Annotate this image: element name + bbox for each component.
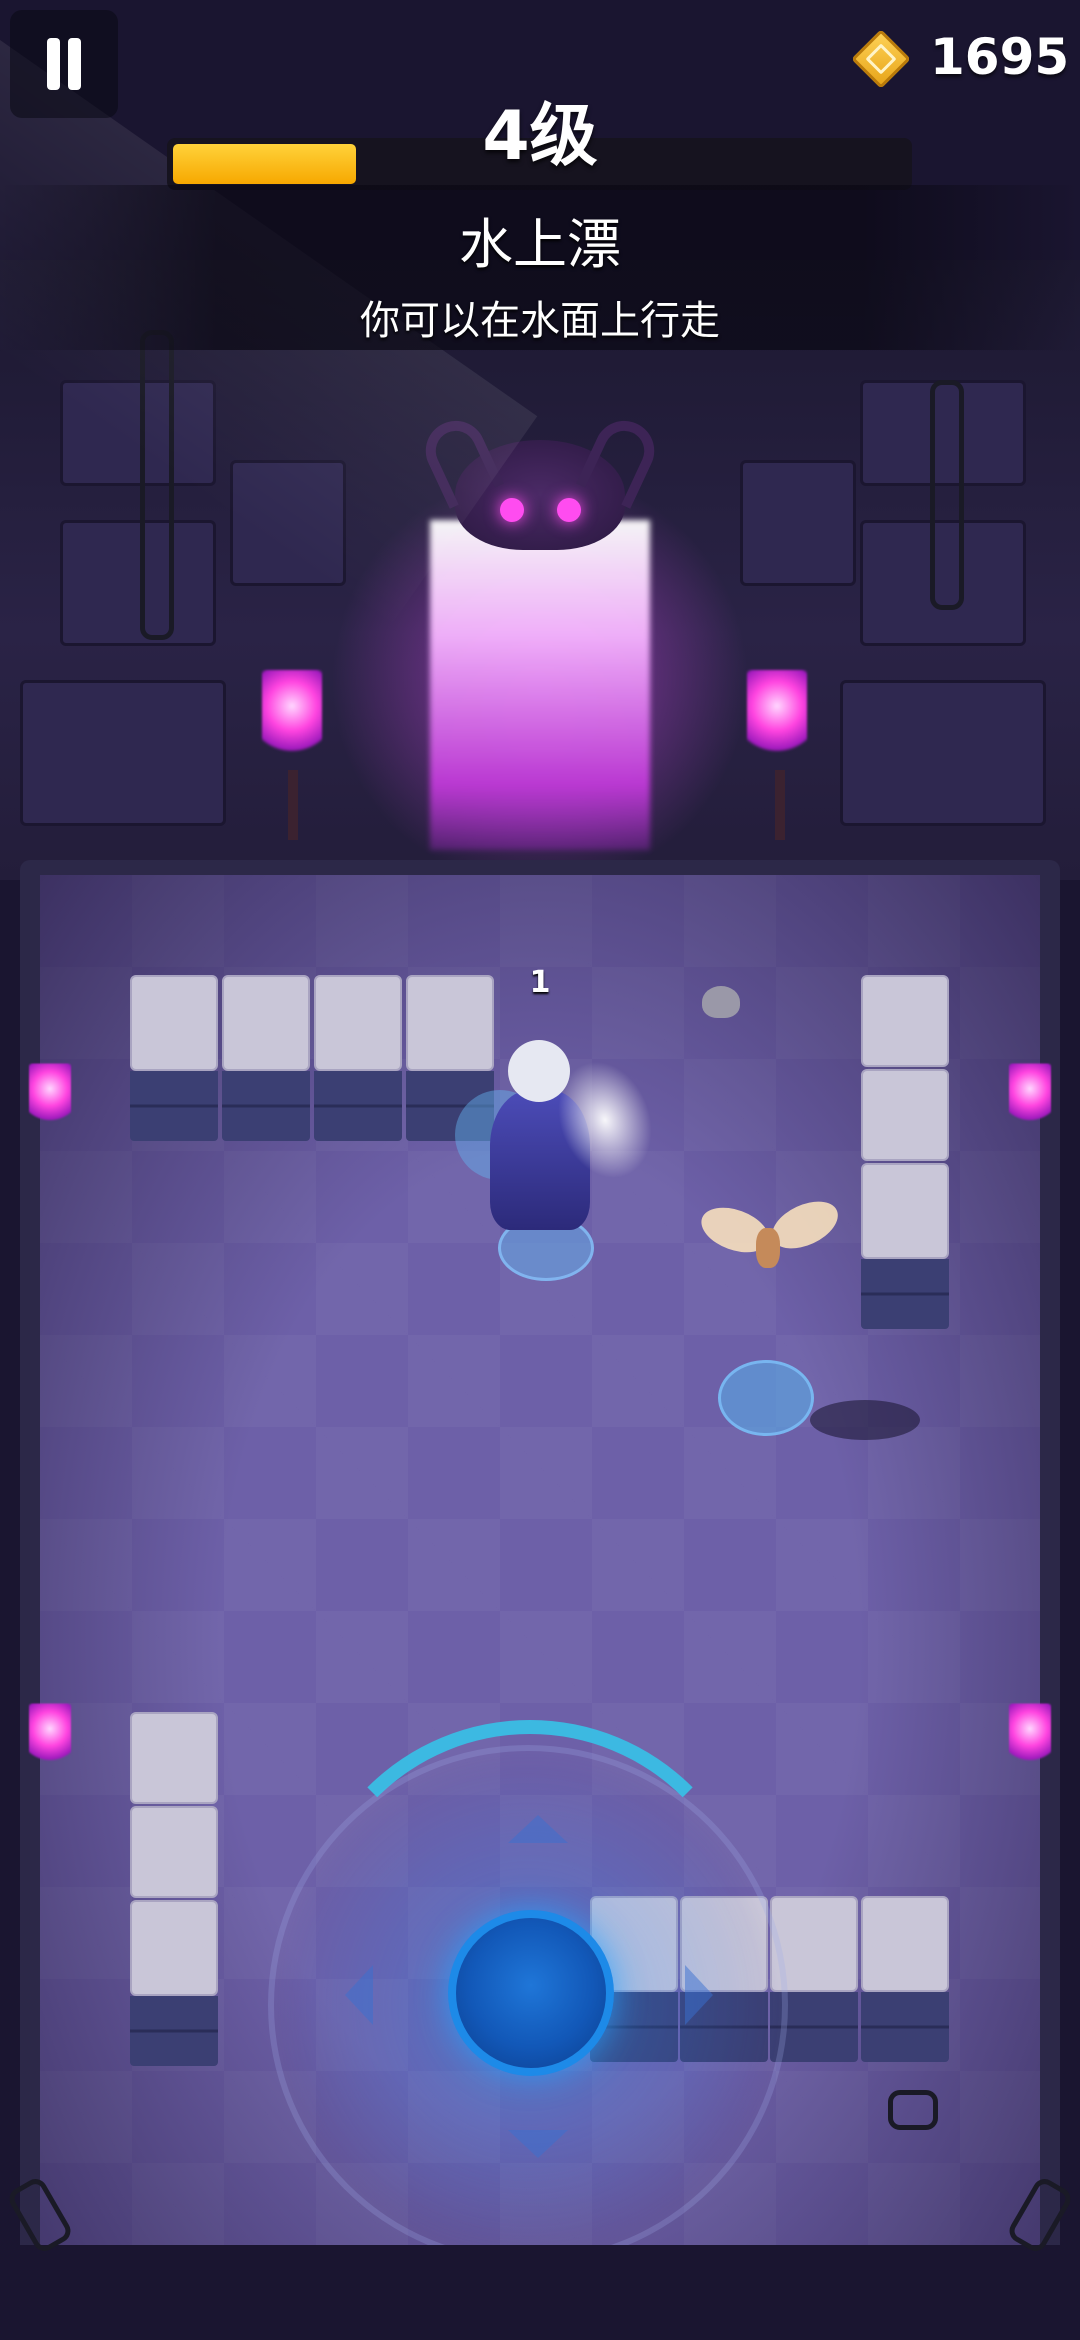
chain-decoration	[888, 2090, 938, 2130]
stone-block	[861, 1069, 949, 1161]
xp-progress-fill	[173, 144, 356, 184]
fairy-shadow	[718, 1360, 814, 1436]
torch-flame-icon	[29, 1703, 71, 1767]
joystick-left-arrow-icon	[345, 1965, 373, 2025]
skill-name: 水上漂	[459, 213, 621, 276]
portal-light	[430, 520, 650, 850]
chain-decoration	[930, 380, 964, 610]
torch-flame-icon	[262, 670, 322, 760]
joystick-knob[interactable]	[448, 1910, 614, 2076]
skill-description: 你可以在水面上行走	[360, 298, 720, 344]
stone-block	[861, 975, 949, 1067]
torch-flame-icon	[29, 1063, 71, 1127]
stone-block	[861, 1163, 949, 1333]
gold-count: 1695	[930, 28, 1070, 86]
pause-button[interactable]	[10, 10, 118, 118]
bottom-wall	[0, 2245, 1080, 2340]
stone-block	[314, 975, 402, 1145]
stone-block	[222, 975, 310, 1145]
joystick-right-arrow-icon	[685, 1965, 713, 2025]
stone-block	[130, 1712, 218, 1804]
gold-gem-icon	[851, 29, 911, 89]
joystick-up-arrow-icon	[508, 1815, 568, 1843]
enemy-shadow	[810, 1400, 920, 1440]
skull-decoration	[702, 986, 740, 1018]
level-label: 4级	[482, 97, 598, 176]
stone-block	[130, 1900, 218, 2070]
torch-flame-icon	[1009, 1063, 1051, 1127]
joystick-down-arrow-icon	[508, 2130, 568, 2158]
torch-flame-icon	[747, 670, 807, 760]
game-stage: 1 1695 4级 水上漂 你可以在水面上行走	[0, 0, 1080, 2340]
damage-number: 1	[529, 965, 551, 1000]
torch-flame-icon	[1009, 1703, 1051, 1767]
stone-block	[861, 1896, 949, 2066]
stone-block	[130, 975, 218, 1145]
stone-block	[130, 1806, 218, 1898]
fairy-companion	[756, 1228, 780, 1268]
